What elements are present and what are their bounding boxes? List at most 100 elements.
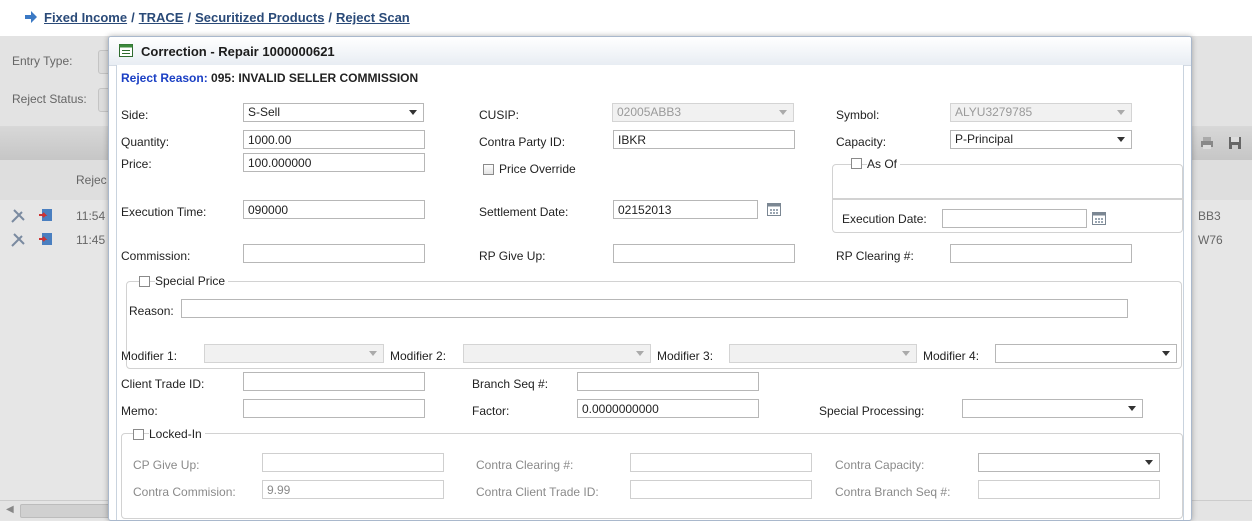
modifier1-select[interactable] <box>204 344 384 363</box>
side-select[interactable]: S-Sell <box>243 103 424 122</box>
capacity-select[interactable]: P-Principal <box>950 130 1132 149</box>
modifier4-select[interactable] <box>995 344 1177 363</box>
locked-in-label: Locked-In <box>149 427 205 441</box>
chevron-down-icon <box>409 110 417 115</box>
client-trade-id-label: Client Trade ID: <box>121 377 205 391</box>
commission-input[interactable] <box>243 244 425 263</box>
quantity-input[interactable] <box>243 130 425 149</box>
modifier2-select[interactable] <box>463 344 651 363</box>
dialog-body: Reject Reason: 095: INVALID SELLER COMMI… <box>116 65 1184 520</box>
reject-reason-value: 095: INVALID SELLER COMMISSION <box>211 71 419 85</box>
contra-commission-input[interactable] <box>262 480 444 499</box>
cp-give-up-label: CP Give Up: <box>133 458 200 472</box>
as-of-label: As Of <box>867 157 901 171</box>
contra-party-id-input[interactable] <box>613 130 795 149</box>
modifier3-select[interactable] <box>729 344 917 363</box>
scroll-left-icon[interactable]: ◀ <box>6 504 14 515</box>
symbol-select[interactable]: ALYU3279785 <box>950 103 1132 122</box>
chevron-down-icon <box>779 110 787 115</box>
execution-time-label: Execution Time: <box>121 205 207 219</box>
commission-label: Commission: <box>121 249 191 263</box>
factor-label: Factor: <box>472 404 510 418</box>
contra-clearing-label: Contra Clearing #: <box>476 458 574 472</box>
quantity-label: Quantity: <box>121 135 170 149</box>
modifier4-label: Modifier 4: <box>923 349 980 363</box>
contra-client-trade-id-input[interactable] <box>630 480 812 499</box>
tools-icon[interactable] <box>10 232 26 248</box>
chevron-down-icon <box>1117 110 1125 115</box>
chevron-down-icon <box>1162 351 1170 356</box>
breadcrumb-trace[interactable]: TRACE <box>139 10 184 25</box>
symbol-label: Symbol: <box>836 108 880 122</box>
column-header-reject: Rejec <box>76 173 107 187</box>
price-override-checkbox[interactable] <box>483 164 494 175</box>
modifier3-label: Modifier 3: <box>657 349 714 363</box>
save-icon[interactable] <box>1228 136 1242 150</box>
form-icon <box>119 44 133 57</box>
settlement-date-input[interactable] <box>613 200 758 219</box>
cp-give-up-input[interactable] <box>262 453 444 472</box>
chevron-down-icon <box>1145 460 1153 465</box>
breadcrumb-fixed-income[interactable]: Fixed Income <box>44 10 127 25</box>
rp-clearing-input[interactable] <box>950 244 1132 263</box>
breadcrumb-reject-scan[interactable]: Reject Scan <box>336 10 410 25</box>
chevron-down-icon <box>902 351 910 356</box>
execution-date-input[interactable] <box>942 209 1087 228</box>
entry-type-label: Entry Type: <box>12 54 73 68</box>
as-of-checkbox[interactable] <box>851 158 862 169</box>
row-cusip-fragment: BB3 <box>1198 209 1221 223</box>
contra-clearing-input[interactable] <box>630 453 812 472</box>
price-override-label: Price Override <box>499 162 576 176</box>
contra-branch-seq-input[interactable] <box>978 480 1160 499</box>
special-processing-select[interactable] <box>962 399 1143 418</box>
rp-give-up-label: RP Give Up: <box>479 249 546 263</box>
contra-party-id-label: Contra Party ID: <box>479 135 566 149</box>
edit-document-icon[interactable] <box>38 207 54 223</box>
memo-label: Memo: <box>121 404 158 418</box>
row-time: 11:45 <box>76 233 106 247</box>
breadcrumb: Fixed Income / TRACE / Securitized Products /… <box>44 10 410 25</box>
execution-time-input[interactable] <box>243 200 425 219</box>
contra-capacity-select[interactable] <box>978 453 1160 472</box>
row-time: 11:54 <box>76 209 106 223</box>
edit-document-icon[interactable] <box>38 231 54 247</box>
scrollbar-thumb[interactable] <box>20 504 112 518</box>
client-trade-id-input[interactable] <box>243 372 425 391</box>
reject-reason-label: Reject Reason: <box>121 71 208 85</box>
cusip-select[interactable]: 02005ABB3 <box>612 103 794 122</box>
price-input[interactable] <box>243 153 425 172</box>
reject-status-label: Reject Status: <box>12 92 87 106</box>
cusip-label: CUSIP: <box>479 108 520 122</box>
tools-icon[interactable] <box>10 208 26 224</box>
reject-reason: Reject Reason: 095: INVALID SELLER COMMI… <box>121 71 418 85</box>
branch-seq-label: Branch Seq #: <box>472 377 549 391</box>
execution-date-label: Execution Date: <box>842 212 927 226</box>
contra-client-trade-id-label: Contra Client Trade ID: <box>476 485 599 499</box>
reason-label: Reason: <box>129 304 174 318</box>
special-price-label: Special Price <box>155 274 229 288</box>
breadcrumb-bar: Fixed Income / TRACE / Securitized Products /… <box>0 0 1252 36</box>
capacity-label: Capacity: <box>836 135 887 149</box>
rp-clearing-label: RP Clearing #: <box>836 249 914 263</box>
price-label: Price: <box>121 157 152 171</box>
special-price-checkbox[interactable] <box>139 276 150 287</box>
rp-give-up-input[interactable] <box>613 244 795 263</box>
calendar-icon[interactable] <box>767 203 781 216</box>
calendar-icon[interactable] <box>1092 212 1106 225</box>
reason-input[interactable] <box>181 299 1128 318</box>
contra-branch-seq-label: Contra Branch Seq #: <box>835 485 951 499</box>
modifier2-label: Modifier 2: <box>390 349 447 363</box>
dialog-titlebar[interactable]: Correction - Repair 1000000621 <box>109 37 1191 66</box>
breadcrumb-securitized-products[interactable]: Securitized Products <box>195 10 324 25</box>
print-icon[interactable] <box>1200 136 1214 150</box>
special-processing-label: Special Processing: <box>819 404 925 418</box>
modifier1-label: Modifier 1: <box>121 349 178 363</box>
chevron-down-icon <box>636 351 644 356</box>
memo-input[interactable] <box>243 399 425 418</box>
branch-seq-input[interactable] <box>577 372 759 391</box>
contra-capacity-label: Contra Capacity: <box>835 458 925 472</box>
locked-in-checkbox[interactable] <box>133 429 144 440</box>
factor-input[interactable] <box>577 399 759 418</box>
chevron-down-icon <box>1128 406 1136 411</box>
side-label: Side: <box>121 108 149 122</box>
